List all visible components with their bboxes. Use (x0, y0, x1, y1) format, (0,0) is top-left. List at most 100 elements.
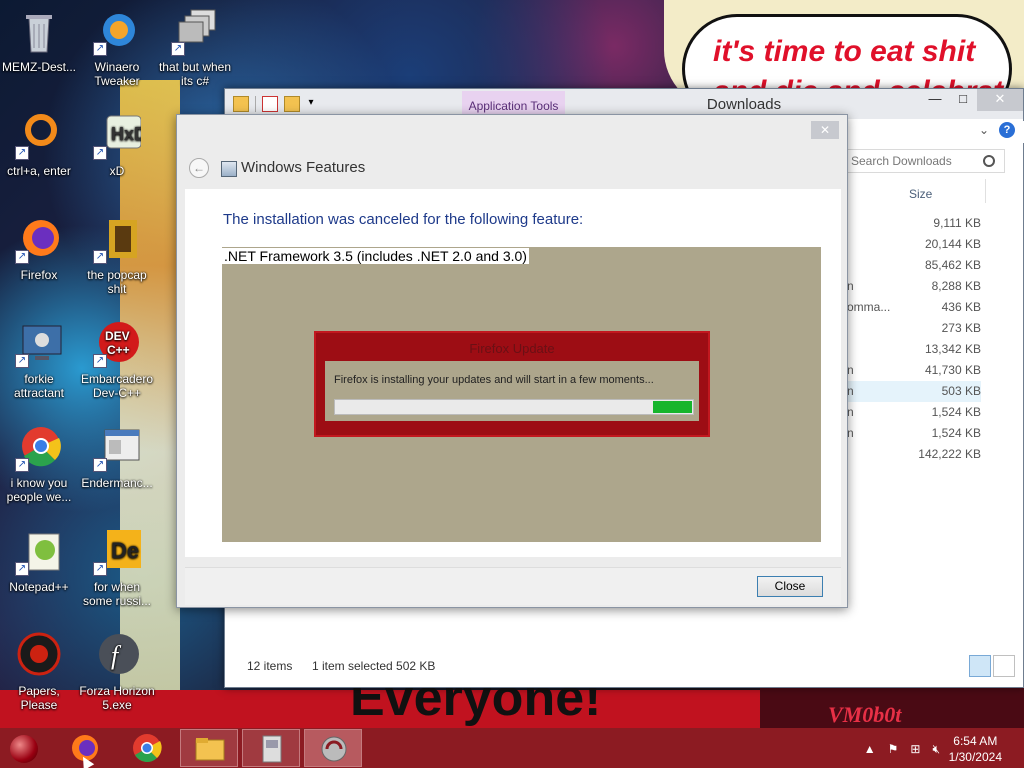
hxd-icon: HxD ↗ (93, 112, 147, 160)
desktop-icon-chrome[interactable]: ↗ i know you people we... (0, 424, 78, 504)
maximize-button[interactable]: □ (949, 89, 977, 111)
table-row[interactable]: n 41,730 KB (847, 360, 981, 381)
details-view-icon[interactable] (969, 655, 991, 677)
table-row[interactable]: n 1,524 KB (847, 423, 981, 444)
popcap-icon: ↗ (93, 216, 141, 264)
table-row[interactable]: n 8,288 KB (847, 276, 981, 297)
start-button[interactable] (10, 735, 38, 763)
shortcut-arrow-icon: ↗ (93, 146, 107, 160)
shortcut-arrow-icon: ↗ (93, 250, 107, 264)
desktop-icon-devcpp[interactable]: DEV C++ ↗ Embarcadero Dev-C++ (78, 320, 156, 400)
svg-text:DEV: DEV (105, 329, 130, 343)
table-row[interactable]: 20,144 KB (847, 234, 981, 255)
back-arrow-icon[interactable]: ← (189, 158, 209, 178)
windows-features-icon (221, 161, 237, 177)
desktop-icon-label: Embarcadero Dev-C++ (80, 372, 154, 400)
row-name-stub: omma... (847, 300, 891, 314)
table-row[interactable]: 273 KB (847, 318, 981, 339)
desktop-icon-label: Endermanc... (81, 476, 153, 490)
dialog-close-icon[interactable]: ✕ (811, 121, 839, 139)
refresh-icon (321, 736, 347, 762)
row-size: 142,222 KB (918, 447, 981, 461)
desktop-icon-notepadpp[interactable]: ↗ Notepad++ (0, 528, 78, 594)
firefox-update-dialog: Firefox Update Firefox is installing you… (314, 331, 710, 437)
close-button[interactable]: ✕ (977, 89, 1023, 111)
volume-mute-icon[interactable]: 🔇︎ (932, 742, 940, 757)
table-row[interactable]: n 1,524 KB (847, 402, 981, 423)
desktop-icon-label: the popcap shit (87, 268, 147, 296)
chevron-up-icon[interactable]: ▲ (864, 742, 876, 757)
orange-ring-icon: ↗ (15, 112, 63, 160)
large-icons-view-icon[interactable] (993, 655, 1015, 677)
table-row[interactable]: omma... 436 KB (847, 297, 981, 318)
wallpaper-corner-text: VM0b0t (828, 702, 902, 727)
svg-text:HxD: HxD (111, 124, 141, 144)
shortcut-arrow-icon: ↗ (15, 458, 29, 472)
row-size: 1,524 KB (931, 426, 981, 440)
desktop-icon-label: MEMZ-Dest... (2, 60, 76, 74)
taskbar-installer[interactable] (242, 729, 300, 767)
table-row-selected[interactable]: n 503 KB (847, 381, 981, 402)
row-name-stub: n (847, 363, 854, 377)
table-row[interactable]: 85,462 KB (847, 255, 981, 276)
recycle-bin-icon (15, 8, 63, 56)
speech-bubble-line1: it's time to eat shit (713, 35, 976, 68)
papers-please-icon (15, 632, 63, 680)
desktop-icon-papers-please[interactable]: Papers, Please (0, 632, 78, 712)
taskbar-file-explorer[interactable] (180, 729, 238, 767)
desktop-icon-firefox[interactable]: ↗ Firefox (0, 216, 78, 282)
desktop-icon-russi[interactable]: De ↗ for when some russi... (78, 528, 156, 608)
search-icon[interactable] (983, 155, 995, 167)
desktop-icon-label: Papers, Please (18, 684, 60, 712)
clock[interactable]: 6:54 AM 1/30/2024 (949, 733, 1002, 765)
help-icon[interactable]: ? (999, 122, 1015, 138)
desktop-icon-forkie[interactable]: ↗ forkie attractant (0, 320, 78, 400)
flag-icon[interactable]: ⚑ (888, 742, 899, 757)
desktop-icon-label: forkie attractant (13, 372, 65, 400)
shortcut-arrow-icon: ↗ (171, 42, 185, 56)
status-item-count: 12 items (247, 659, 293, 673)
window-controls: — □ ✕ (921, 89, 1023, 111)
desktop-icon-xd[interactable]: HxD ↗ xD (78, 112, 156, 178)
table-row[interactable]: 142,222 KB (847, 444, 981, 465)
desktop-icon-memz[interactable]: MEMZ-Dest... (0, 8, 78, 74)
desktop-icon-label: ctrl+a, enter (7, 164, 71, 178)
firefox-icon: ↗ (15, 216, 63, 264)
desktop-icon-winaero[interactable]: ↗ Winaero Tweaker (78, 8, 156, 88)
table-row[interactable]: 13,342 KB (847, 339, 981, 360)
desktop-icon-ctrl-a[interactable]: ↗ ctrl+a, enter (0, 112, 78, 178)
minimize-button[interactable]: — (921, 89, 949, 111)
desktop-icon-label: for when some russi... (82, 580, 151, 608)
desktop-icon-label: xD (109, 164, 125, 178)
explorer-title: Downloads (706, 96, 782, 113)
column-divider (985, 179, 986, 203)
progress-bar (334, 399, 694, 415)
dialog-heading: The installation was canceled for the fo… (223, 211, 584, 228)
close-button[interactable]: Close (757, 576, 823, 597)
dialog-title: Windows Features (241, 159, 366, 176)
firefox-update-overlay: .NET Framework 3.5 (includes .NET 2.0 an… (222, 247, 821, 542)
desktop-icon-forza[interactable]: f Forza Horizon 5.exe (78, 632, 156, 712)
status-selection: 1 item selected 502 KB (312, 659, 436, 673)
shortcut-arrow-icon: ↗ (93, 458, 107, 472)
taskbar: ▲ ⚑ ⊞ 🔇︎ 6:54 AM 1/30/2024 (0, 728, 1024, 768)
column-header-size[interactable]: Size (909, 187, 932, 201)
table-row[interactable]: 9,111 KB (847, 213, 981, 234)
feature-name: .NET Framework 3.5 (includes .NET 2.0 an… (222, 248, 529, 264)
network-icon[interactable]: ⊞ (910, 742, 920, 757)
devcpp-icon: DEV C++ ↗ (93, 320, 141, 368)
desktop-icon-enderman[interactable]: ↗ Endermanc... (78, 424, 156, 490)
winaero-icon: ↗ (93, 8, 141, 56)
taskbar-update[interactable] (304, 729, 362, 767)
desktop-icon-popcap[interactable]: ↗ the popcap shit (78, 216, 156, 296)
chevron-down-icon[interactable]: ⌄ (979, 123, 989, 137)
desktop-icon-csharp[interactable]: ↗ that but when its c# (156, 8, 234, 88)
search-input[interactable]: Search Downloads (847, 149, 1005, 173)
window-app-icon: ↗ (93, 424, 141, 472)
taskbar-chrome[interactable] (118, 729, 176, 767)
desktop-icon-label: Winaero Tweaker (94, 60, 140, 88)
row-size: 41,730 KB (924, 363, 981, 377)
desktop-icon-label: Notepad++ (9, 580, 69, 594)
firefox-update-body: Firefox is installing your updates and w… (325, 361, 699, 421)
folder-icon (195, 738, 225, 761)
